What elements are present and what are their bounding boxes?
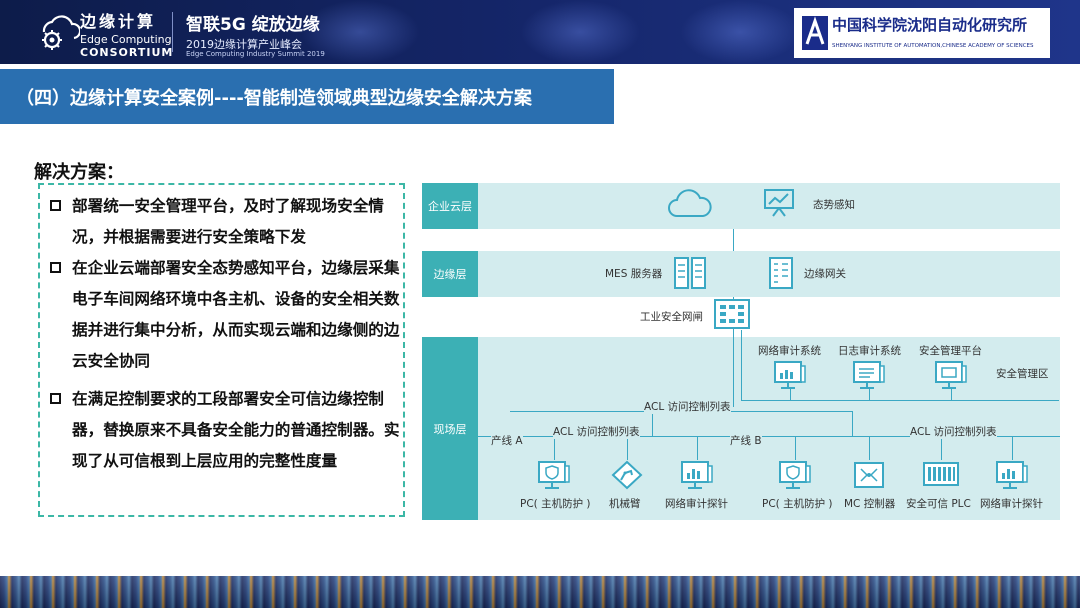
network-audit-computer-icon [774, 361, 806, 389]
solution-bullet-3: 在满足控制要求的工段部署安全可信边缘控制器，替换原来不具备安全能力的普通控制器。… [50, 384, 405, 477]
summit-name-en: Edge Computing Industry Summit 2019 [186, 50, 325, 58]
security-zone-label: 安全管理区 [996, 368, 1049, 380]
device-label: MC 控制器 [844, 498, 896, 510]
host-protection-pc-icon [779, 461, 811, 489]
logo-en-2: CONSORTIUM [80, 46, 174, 59]
edge-layer-band [422, 251, 1060, 297]
situation-monitor-icon [764, 189, 794, 217]
header-bar: 边缘计算 Edge Computing CONSORTIUM 智联5G 绽放边缘… [0, 0, 1080, 64]
security-item-label: 安全管理平台 [919, 345, 982, 357]
field-layer-label: 现场层 [422, 337, 478, 520]
solution-bullet-text: 在企业云端部署安全态势感知平台，边缘层采集电子车间网络环境中各主机、设备的安全相… [72, 259, 400, 370]
cloud-layer-band [422, 183, 1060, 229]
connector-line [741, 330, 742, 400]
edge-computing-logo-icon [42, 15, 80, 50]
connector-line [941, 436, 942, 460]
trusted-plc-icon [923, 462, 959, 486]
header-divider [172, 12, 173, 52]
solution-box: 部署统一安全管理平台，及时了解现场安全情况，并根据需要进行安全策略下发 在企业云… [38, 183, 405, 517]
edge-layer-label: 边缘层 [422, 251, 478, 297]
situation-awareness-label: 态势感知 [813, 199, 855, 211]
logo-en-1: Edge Computing [80, 33, 172, 46]
checkbox-square-icon [50, 262, 61, 273]
cloud-icon [668, 189, 712, 217]
security-item-label: 网络审计系统 [758, 345, 821, 357]
host-protection-pc-icon [538, 461, 570, 489]
solution-bullet-text: 部署统一安全管理平台，及时了解现场安全情况，并根据需要进行安全策略下发 [72, 197, 384, 246]
connector-line [795, 436, 796, 460]
acl-main-label: ACL 访问控制列表 [644, 399, 731, 414]
server-rack-icon [674, 257, 706, 289]
edge-gateway-label: 边缘网关 [804, 268, 846, 280]
device-label: PC( 主机防护 ) [520, 498, 591, 510]
connector-line [627, 436, 628, 460]
mc-controller-icon [854, 462, 884, 488]
edge-gateway-icon [769, 257, 793, 289]
consortium-logo-text: 边缘计算 Edge Computing CONSORTIUM [80, 8, 173, 59]
production-line-b-label: 产线 B [730, 433, 762, 448]
sia-name-en: SHENYANG INSTITUTE OF AUTOMATION,CHINESE… [832, 43, 1034, 49]
network-audit-probe-icon [681, 461, 713, 489]
sia-emblem-icon [802, 16, 828, 50]
connector-line [741, 400, 1059, 401]
device-label: PC( 主机防护 ) [762, 498, 833, 510]
connector-line [869, 436, 870, 460]
checkbox-square-icon [50, 200, 61, 211]
device-label: 网络审计探针 [980, 498, 1043, 510]
production-line-a-label: 产线 A [491, 433, 523, 448]
connector-line [852, 411, 853, 436]
solution-heading: 解决方案： [34, 162, 124, 183]
solution-bullet-1: 部署统一安全管理平台，及时了解现场安全情况，并根据需要进行安全策略下发 [50, 191, 405, 253]
device-label: 网络审计探针 [665, 498, 728, 510]
acl-line-b-label: ACL 访问控制列表 [910, 424, 997, 439]
log-audit-computer-icon [853, 361, 885, 389]
sia-logo-panel: 中国科学院沈阳自动化研究所 SHENYANG INSTITUTE OF AUTO… [794, 8, 1050, 58]
network-audit-probe-icon [996, 461, 1028, 489]
robotic-arm-icon [611, 460, 643, 490]
acl-line-a-label: ACL 访问控制列表 [553, 424, 640, 439]
solution-bullet-text: 在满足控制要求的工段部署安全可信边缘控制器，替换原来不具备安全能力的普通控制器。… [72, 390, 400, 470]
device-label: 机械臂 [609, 498, 641, 510]
industrial-firewall-label: 工业安全网闸 [640, 311, 703, 323]
sia-name-cn: 中国科学院沈阳自动化研究所 [832, 16, 1028, 34]
mes-server-label: MES 服务器 [605, 268, 663, 280]
summit-slogan: 智联5G 绽放边缘 [186, 15, 320, 35]
connector-line [652, 411, 653, 436]
connector-line [733, 229, 734, 251]
logo-cn: 边缘计算 [80, 12, 157, 31]
connector-line [1012, 436, 1013, 460]
cloud-layer-label: 企业云层 [422, 183, 478, 229]
section-title-bar: （四）边缘计算安全案例----智能制造领域典型边缘安全解决方案 [0, 69, 614, 124]
connector-line [697, 436, 698, 460]
security-item-label: 日志审计系统 [838, 345, 901, 357]
connector-line [554, 436, 555, 460]
security-platform-computer-icon [935, 361, 967, 389]
bottom-decorative-band [0, 576, 1080, 608]
section-title: （四）边缘计算安全案例----智能制造领域典型边缘安全解决方案 [16, 88, 532, 109]
checkbox-square-icon [50, 393, 61, 404]
device-label: 安全可信 PLC [906, 498, 971, 510]
solution-bullet-2: 在企业云端部署安全态势感知平台，边缘层采集电子车间网络环境中各主机、设备的安全相… [50, 253, 405, 377]
firewall-icon [714, 299, 750, 329]
